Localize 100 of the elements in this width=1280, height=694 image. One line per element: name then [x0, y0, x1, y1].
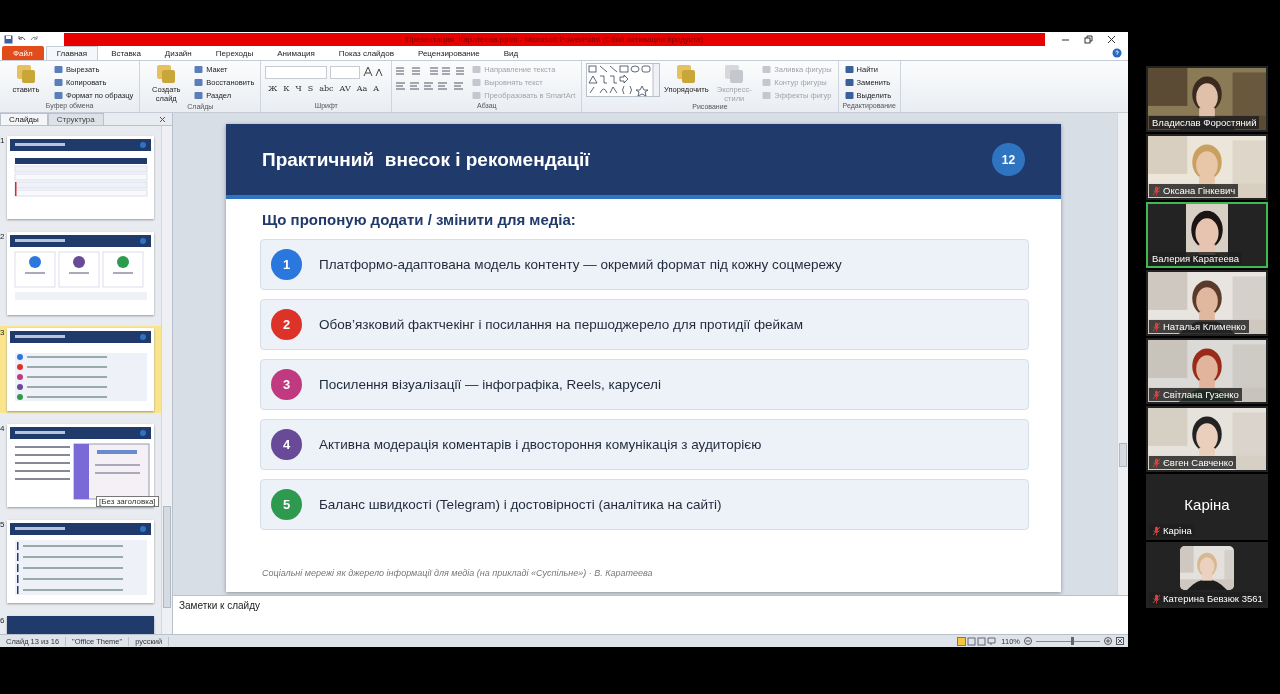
restore-icon[interactable] — [1084, 34, 1093, 44]
muted-microphone-icon — [1152, 457, 1161, 468]
format-button[interactable]: К — [280, 84, 293, 94]
muted-microphone-icon — [1152, 593, 1161, 604]
slide-subtitle: Що пропоную додати / змінити для медіа: — [262, 211, 576, 229]
shapes-gallery[interactable] — [586, 63, 661, 98]
slide-number: 5 — [0, 520, 6, 530]
number-circle: 2 — [271, 309, 302, 341]
square-icon — [844, 90, 854, 100]
slide-number: 1 — [0, 136, 6, 146]
participant-tile[interactable]: Світлана Гузенко — [1146, 338, 1268, 404]
ribbon-tab[interactable]: Дизайн — [153, 46, 203, 61]
ribbon-tab[interactable]: Файл — [2, 46, 44, 61]
ribbon-tab[interactable]: Вид — [492, 46, 530, 61]
close-icon[interactable] — [1107, 34, 1116, 44]
slide-thumbnail[interactable] — [7, 328, 154, 412]
recommendation-text: Активна модерація коментарів і двостороння комунікація з аудиторією — [319, 437, 762, 453]
square-icon — [194, 64, 204, 74]
ribbon-tab[interactable]: Показ слайдов — [327, 46, 405, 61]
fit-window-icon[interactable] — [1116, 637, 1124, 646]
participant-tile[interactable]: Каріна Каріна — [1146, 474, 1268, 540]
pane-tab[interactable]: Слайды — [0, 113, 48, 126]
format-button[interactable]: Aa — [353, 84, 371, 94]
recommendation-text: Платформо-адаптована модель контенту — окремий формат під кожну соцмережу — [319, 257, 842, 273]
square-icon — [762, 77, 772, 87]
number-circle: 4 — [271, 429, 302, 461]
participant-name: Владислав Форостяний — [1152, 117, 1257, 128]
slide-number: 4 — [0, 424, 6, 434]
participant-tile[interactable]: Наталья Клименко — [1146, 270, 1268, 336]
slide-thumbnail[interactable] — [7, 232, 154, 316]
ribbon-tab[interactable]: Главная — [45, 46, 99, 61]
recommendation-text: Баланс швидкості (Telegram) і достовірності (аналітика на сайті) — [319, 497, 722, 513]
slide-footer: Соціальні мережі як джерело інформації для медіа (на прикладі «Суспільне») · В. Каратеева — [262, 568, 653, 579]
square-icon — [194, 77, 204, 87]
square-icon — [472, 77, 482, 87]
slide-number: 2 — [0, 232, 6, 242]
square-icon — [472, 90, 482, 100]
pane-tab[interactable]: Структура — [47, 113, 104, 126]
slide-number-badge: 12 — [992, 143, 1025, 177]
square-icon — [472, 64, 482, 74]
slide-number: 3 — [0, 328, 6, 338]
participant-tile[interactable]: Євген Савченко — [1146, 406, 1268, 472]
square-icon — [194, 90, 204, 100]
participant-name: Наталья Клименко — [1163, 321, 1246, 332]
zoom-out-icon[interactable] — [1024, 637, 1032, 646]
number-circle: 3 — [271, 369, 302, 401]
scrollbar-thumb[interactable] — [1119, 443, 1127, 468]
view-buttons-icon[interactable] — [957, 636, 998, 646]
square-icon — [844, 77, 854, 87]
font-name-field[interactable] — [265, 66, 328, 80]
slide-thumbnail[interactable] — [7, 520, 154, 604]
save-icon[interactable] — [4, 34, 13, 44]
square-icon — [54, 64, 63, 74]
help-icon[interactable] — [1112, 48, 1122, 59]
participant-tile[interactable]: Валерия Каратеева — [1146, 202, 1268, 268]
muted-microphone-icon — [1152, 185, 1161, 196]
stacked-squares-icon — [15, 63, 37, 86]
zoom-in-icon[interactable] — [1104, 637, 1112, 646]
participant-name: Катерина Бевзюк 3561 — [1163, 593, 1263, 604]
format-button[interactable]: Ч — [292, 84, 305, 94]
stacked-squares-icon — [675, 63, 698, 86]
square-icon — [54, 77, 63, 87]
close-icon[interactable] — [159, 116, 166, 124]
scrollbar-thumb[interactable] — [163, 506, 171, 609]
slide-title: Практичний внесок і рекомендації — [262, 148, 591, 171]
participant-tile[interactable]: Владислав Форостяний — [1146, 66, 1268, 132]
slide-number: 6 — [0, 616, 6, 626]
muted-microphone-icon — [1152, 525, 1161, 536]
ribbon-tab[interactable]: Рецензирование — [406, 46, 491, 61]
window-title: Презентация_Каратеева.pptm - Microsoft PowerPoint (Сбой активации продукта) — [405, 34, 704, 44]
participant-name: Світлана Гузенко — [1163, 389, 1239, 400]
format-button[interactable]: AV — [336, 84, 354, 94]
participant-name: Оксана Гінкевич — [1163, 185, 1236, 196]
number-circle: 5 — [271, 489, 302, 521]
participant-name: Валерия Каратеева — [1152, 253, 1240, 264]
slide-thumbnail[interactable] — [7, 424, 154, 508]
participant-name: Каріна — [1163, 525, 1192, 536]
format-button[interactable]: abc — [316, 84, 337, 94]
slide-thumbnail[interactable] — [7, 136, 154, 220]
participant-name: Євген Савченко — [1163, 457, 1234, 468]
font-size-field[interactable] — [330, 66, 361, 80]
square-icon — [762, 90, 772, 100]
format-button[interactable]: A — [370, 84, 383, 94]
recommendation-text: Посилення візуалізації — інфографіка, Reels, каруселі — [319, 377, 661, 393]
participant-tile[interactable]: Катерина Бевзюк 3561 — [1146, 542, 1268, 608]
ribbon-tab[interactable]: Вставка — [100, 46, 152, 61]
recommendation-text: Обов’язковий фактчекінг і посилання на першоджерело для протидії фейкам — [319, 317, 804, 333]
tooltip: [Без заголовка] — [96, 496, 159, 508]
ribbon-tab[interactable]: Переходы — [204, 46, 265, 61]
participant-tile[interactable]: Оксана Гінкевич — [1146, 134, 1268, 200]
participant-display-name: Каріна — [1183, 496, 1231, 513]
square-icon — [762, 64, 772, 74]
number-circle: 1 — [271, 249, 302, 281]
ribbon-tab[interactable]: Анимация — [266, 46, 326, 61]
format-button[interactable]: Ж — [265, 84, 281, 94]
muted-microphone-icon — [1152, 389, 1161, 400]
format-button[interactable]: S — [304, 84, 317, 94]
square-icon — [844, 64, 854, 74]
muted-microphone-icon — [1152, 321, 1161, 332]
square-icon — [54, 90, 63, 100]
